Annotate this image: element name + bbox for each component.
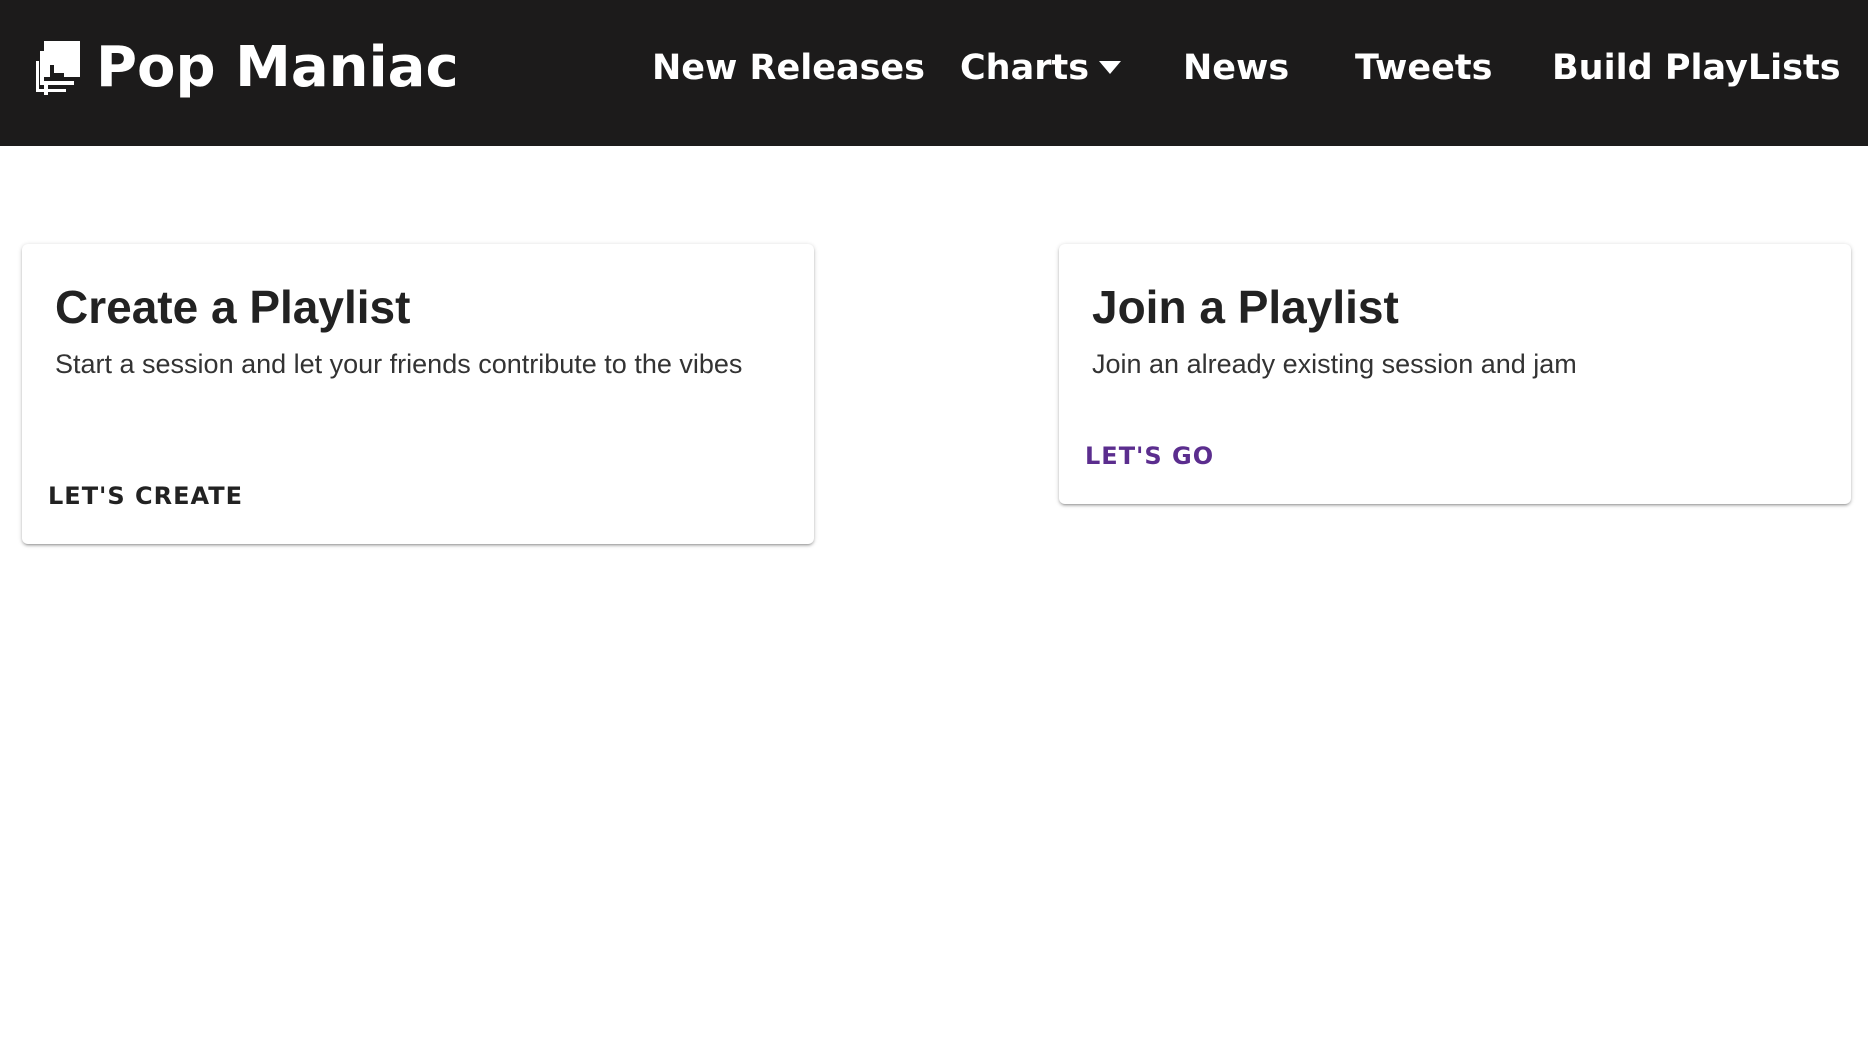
nav-build-playlists[interactable]: Build PlayLists (1552, 44, 1841, 92)
brand-link[interactable]: Pop Maniac (36, 32, 459, 104)
nav-new-releases[interactable]: New Releases (652, 44, 925, 92)
top-navbar: Pop Maniac New Releases Charts News Twee… (0, 0, 1868, 146)
brand-name: Pop Maniac (96, 35, 459, 100)
stacked-squares-logo-icon (36, 41, 80, 95)
lets-go-button[interactable]: Let's Go (1085, 440, 1214, 472)
create-playlist-title: Create a Playlist (55, 281, 411, 333)
lets-create-button[interactable]: Let's Create (48, 480, 243, 512)
join-playlist-card: Join a Playlist Join an already existing… (1059, 244, 1851, 504)
nav-charts-label: Charts (960, 48, 1090, 88)
join-playlist-description: Join an already existing session and jam (1092, 349, 1577, 379)
nav-charts-dropdown[interactable]: Charts (960, 44, 1122, 92)
caret-down-icon (1099, 61, 1122, 74)
join-playlist-title: Join a Playlist (1092, 281, 1399, 333)
create-playlist-description: Start a session and let your friends con… (55, 349, 743, 379)
nav-tweets[interactable]: Tweets (1355, 44, 1492, 92)
nav-news[interactable]: News (1183, 44, 1289, 92)
create-playlist-card: Create a Playlist Start a session and le… (22, 244, 814, 544)
